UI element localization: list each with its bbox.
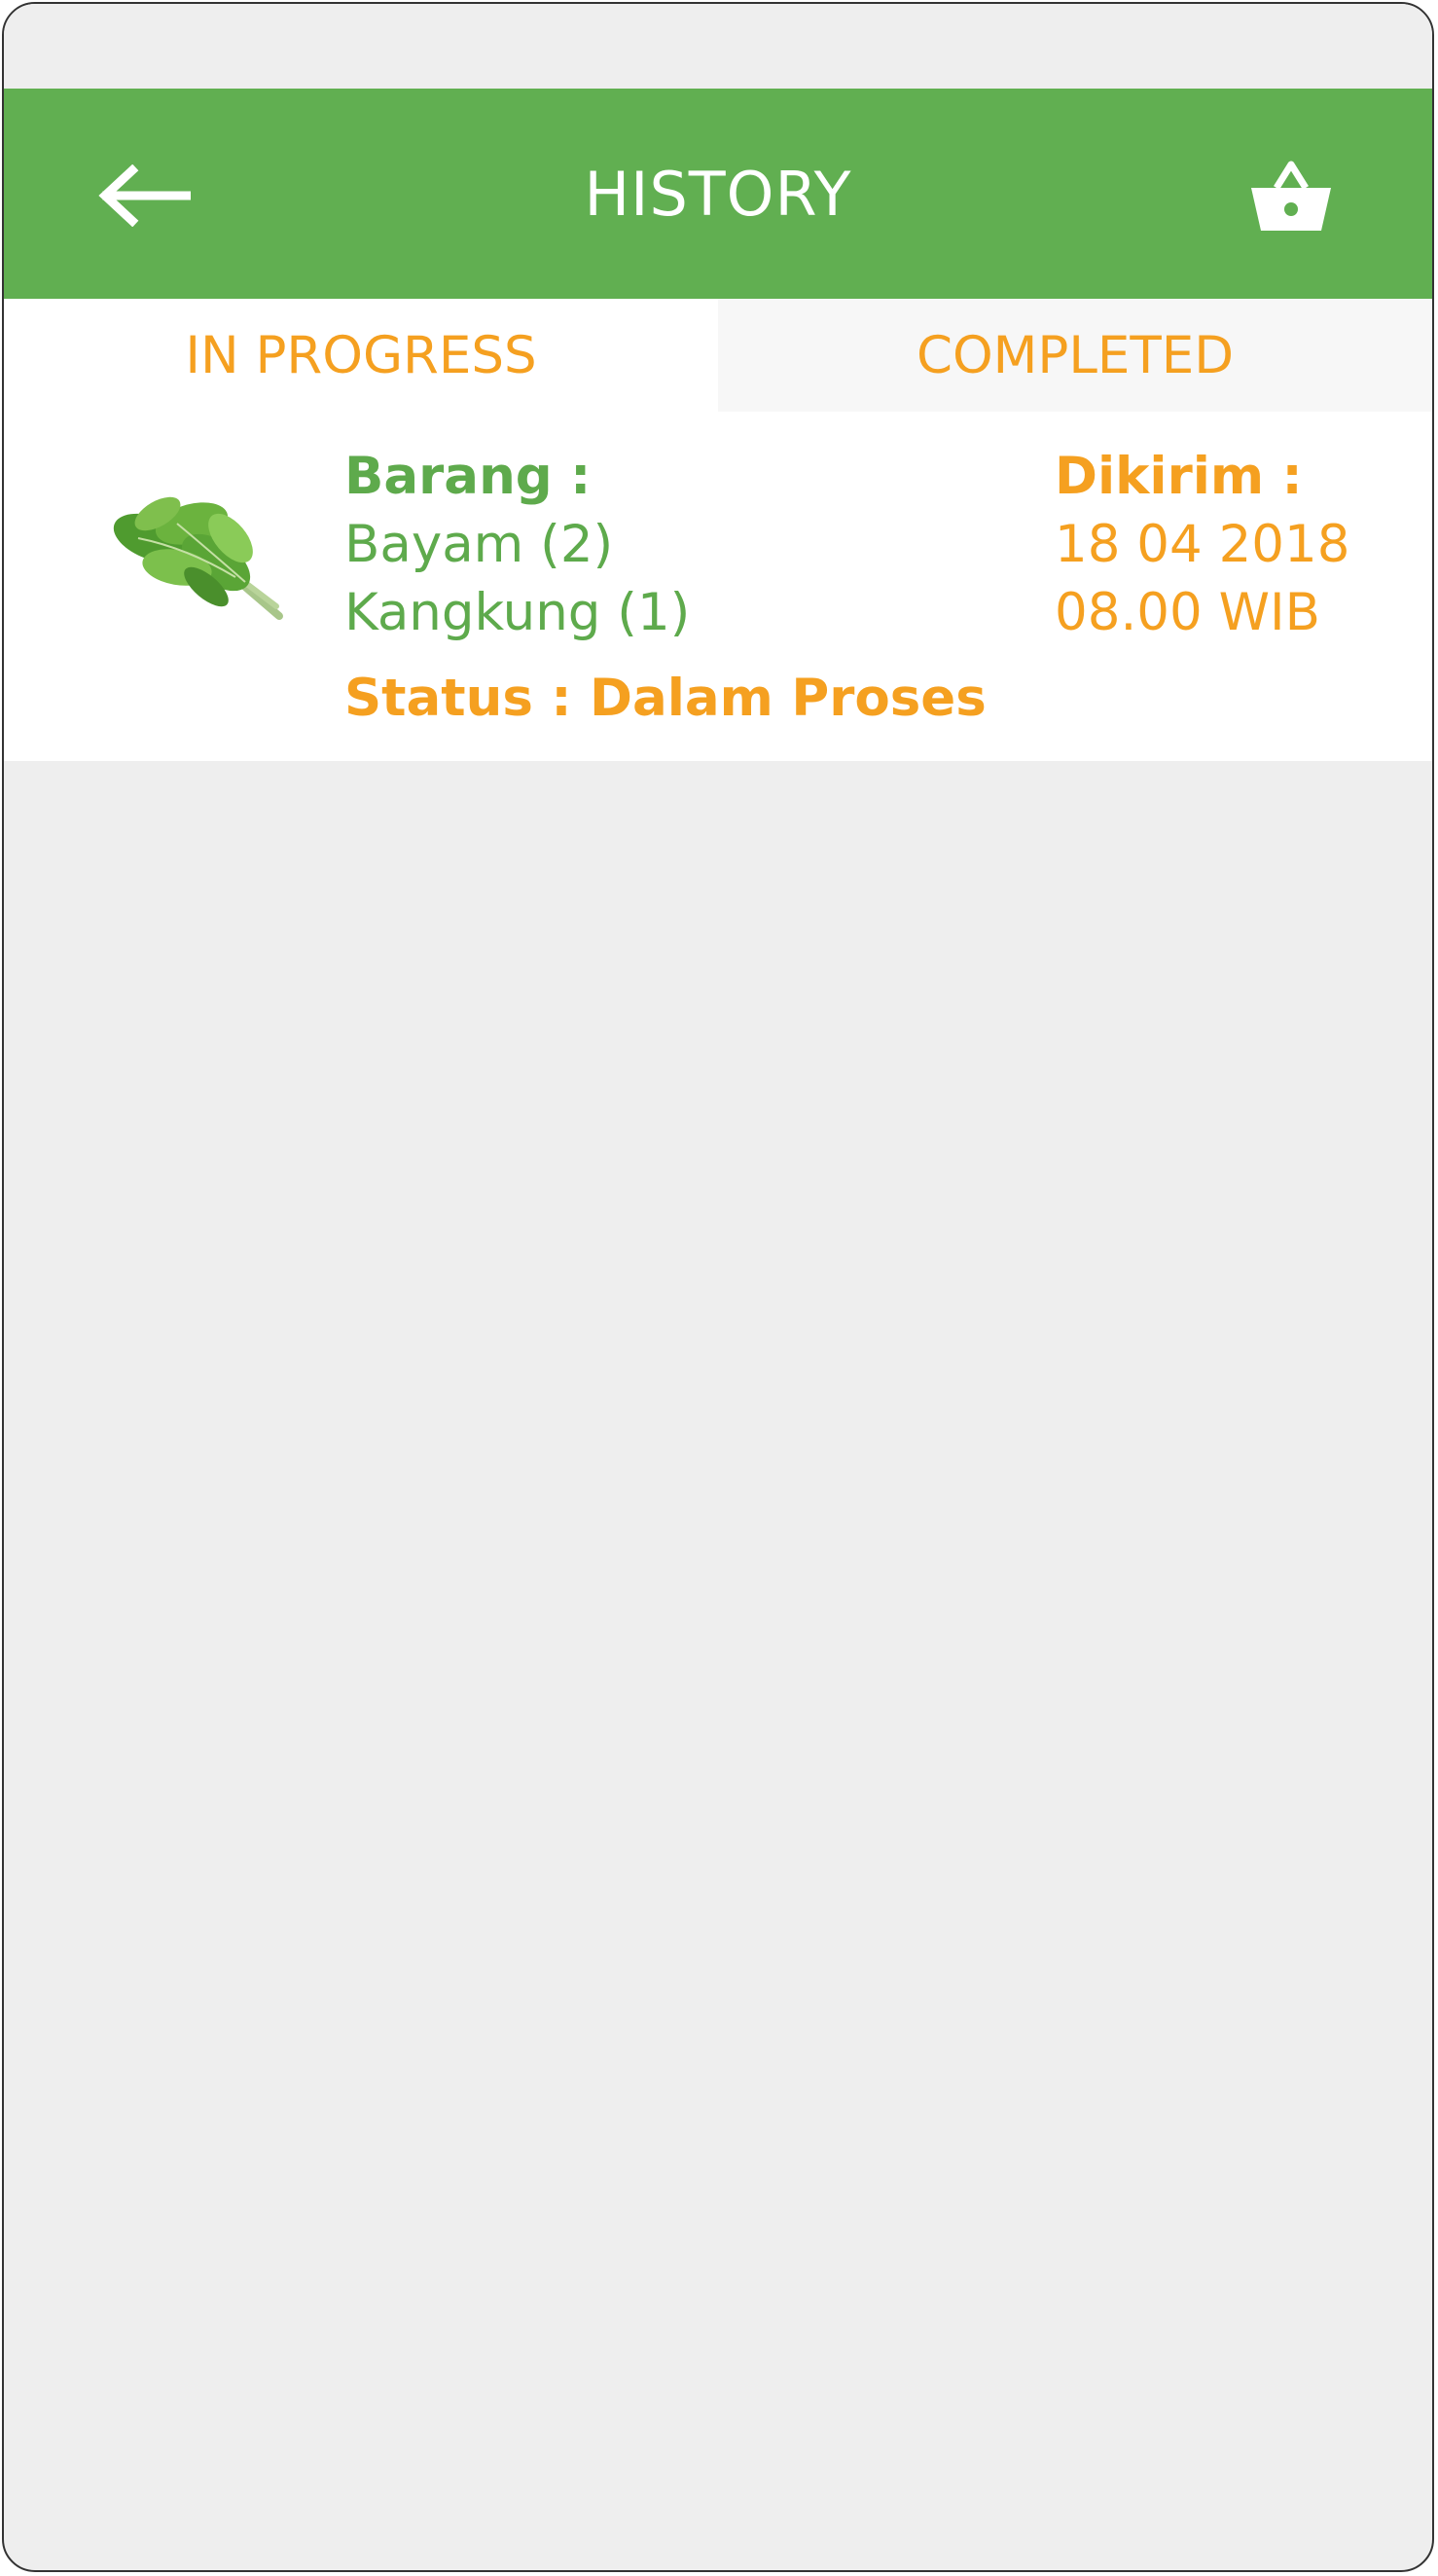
items-label: Barang : xyxy=(344,447,592,506)
delivery-label: Dikirim : xyxy=(1055,447,1303,506)
cart-button[interactable] xyxy=(1238,147,1345,244)
arrow-left-icon xyxy=(98,164,191,227)
status-text: Status : Dalam Proses xyxy=(344,669,987,728)
phone-frame: HISTORY IN PROGRESS COMPLETED Barang: B… xyxy=(2,2,1434,2572)
delivery-info: Dikirim : 18 04 2018 08.00 WIB xyxy=(1055,443,1405,647)
order-items: Barang : Bayam (2) Kangkung (1) xyxy=(344,443,928,647)
tab-in-progress[interactable]: IN PROGRESS xyxy=(4,299,718,412)
item-line: Kangkung (1) xyxy=(344,583,691,642)
page-title: HISTORY xyxy=(584,158,852,230)
spinach-image xyxy=(99,470,294,635)
basket-icon xyxy=(1251,161,1331,231)
item-line: Bayam (2) xyxy=(344,515,614,574)
tab-completed[interactable]: COMPLETED xyxy=(718,299,1432,412)
back-button[interactable] xyxy=(86,147,202,244)
delivery-time: 08.00 WIB xyxy=(1055,583,1320,642)
tab-bar: IN PROGRESS COMPLETED xyxy=(4,299,1432,412)
app-bar: HISTORY xyxy=(4,89,1432,299)
delivery-date: 18 04 2018 xyxy=(1055,515,1350,574)
order-card[interactable]: Barang : Bayam (2) Kangkung (1) Dikirim … xyxy=(4,412,1432,761)
status-bar xyxy=(4,4,1432,89)
